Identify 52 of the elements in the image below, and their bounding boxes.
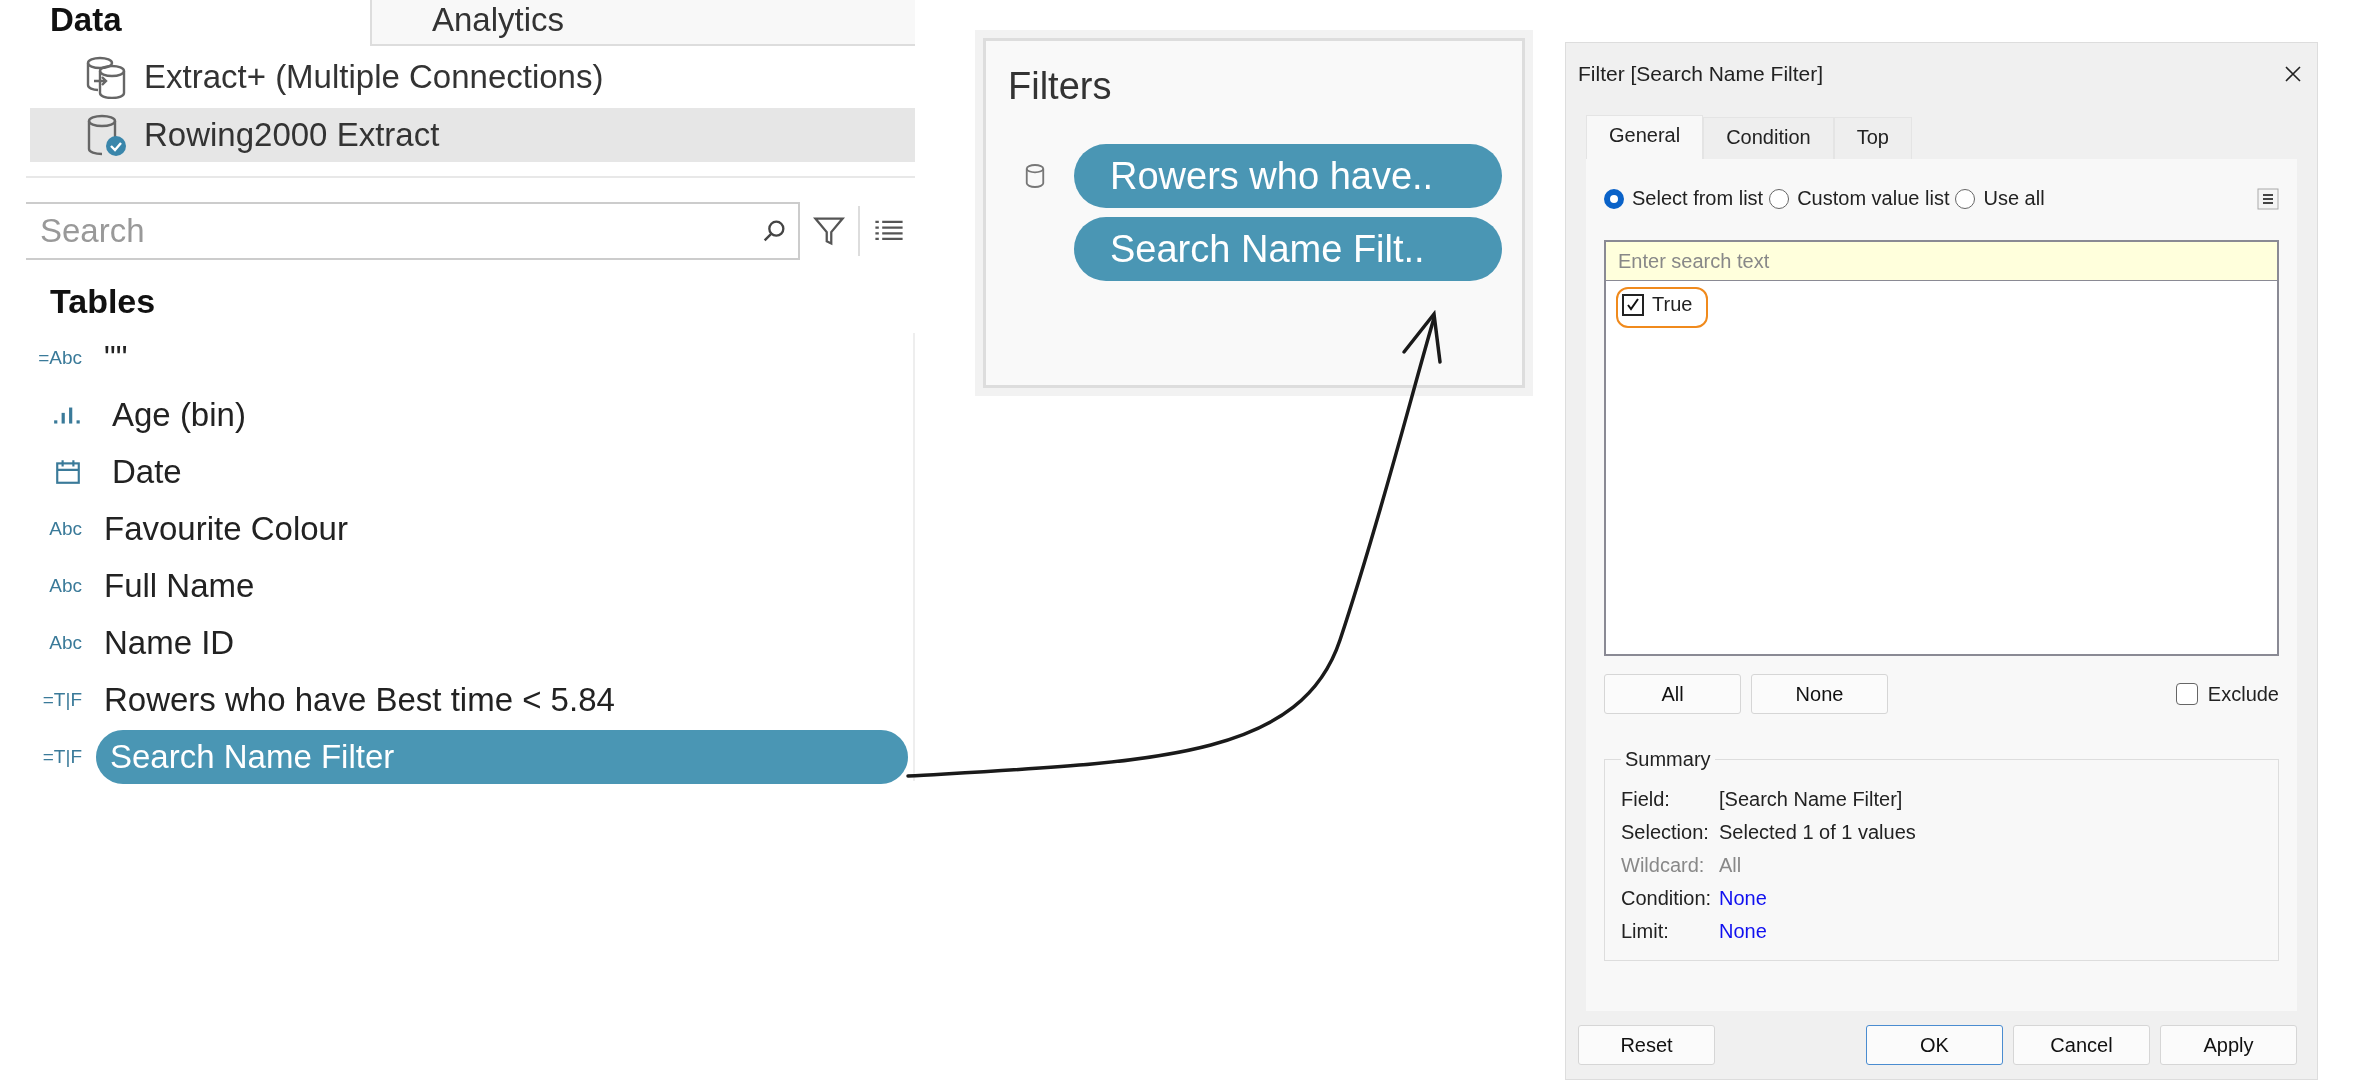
value-checkbox[interactable]: True (1616, 287, 1709, 328)
summary-link[interactable]: None (1719, 915, 1767, 948)
menu-icon[interactable] (2257, 187, 2279, 210)
data-source-item[interactable]: Rowing2000 Extract (30, 108, 915, 162)
summary-value: All (1719, 853, 1742, 878)
field-item[interactable]: "" (90, 332, 142, 383)
summary-title: Summary (1624, 748, 1712, 771)
field-item[interactable]: Full Name (90, 560, 269, 611)
search-text-field[interactable]: Enter search text (1606, 242, 2277, 281)
dialog-button[interactable]: Apply (2160, 1025, 2297, 1065)
field-type-label: =Abc (37, 346, 83, 369)
field-type-label: =T|F (41, 745, 83, 768)
summary-value: [Search Name Filter] (1719, 787, 1903, 812)
filter-icon[interactable] (812, 214, 846, 248)
close-icon[interactable] (2283, 64, 2303, 84)
field-item[interactable]: Favourite Colour (90, 503, 362, 554)
field-type-label: Abc (48, 517, 83, 540)
tables-heading: Tables (49, 281, 157, 321)
list-button[interactable]: All (1604, 674, 1741, 714)
summary-link[interactable]: None (1719, 882, 1767, 915)
mode-radio[interactable]: Use all (1955, 187, 2045, 210)
summary-label: Limit: (1621, 919, 1670, 944)
cylinder-icon (1024, 162, 1046, 190)
exclude-checkbox[interactable]: Exclude (2175, 682, 2279, 706)
data-source-item[interactable]: Extract+ (Multiple Connections) (30, 50, 915, 104)
mode-radio[interactable]: Select from list (1604, 187, 1764, 210)
search-field[interactable]: Search (26, 202, 800, 260)
mode-radio[interactable]: Custom value list (1769, 187, 1950, 210)
field-item[interactable]: Name ID (90, 617, 249, 668)
dialog-title: Filter [Search Name Filter] (1578, 62, 1824, 86)
dialog-tab[interactable]: Condition (1703, 117, 1834, 159)
filters-title: Filters (1008, 65, 1113, 108)
pane-tab[interactable]: Analytics (370, 0, 915, 46)
field-item[interactable]: Age (bin) (98, 389, 260, 440)
field-type-label: =T|F (41, 688, 83, 711)
list-button[interactable]: None (1751, 674, 1888, 714)
summary-label: Condition: (1621, 886, 1713, 911)
field-type-label: Abc (48, 574, 83, 597)
summary-label: Wildcard: (1621, 853, 1706, 878)
dialog-button[interactable]: Cancel (2013, 1025, 2150, 1065)
summary-label: Selection: (1621, 820, 1710, 845)
summary-label: Field: (1621, 787, 1671, 812)
field-type-label: Abc (48, 631, 83, 654)
dialog-tab[interactable]: Top (1833, 117, 1912, 159)
field-item[interactable]: Date (98, 446, 196, 497)
pane-tab[interactable]: Data (0, 0, 370, 46)
summary-value: Selected 1 of 1 values (1719, 820, 1916, 845)
dialog-button[interactable]: OK (1866, 1025, 2003, 1065)
dialog-button[interactable]: Reset (1578, 1025, 1715, 1065)
database-stack-icon (84, 55, 128, 99)
dialog-tab[interactable]: General (1586, 115, 1704, 159)
field-item[interactable]: Rowers who have Best time < 5.84 (90, 674, 629, 725)
